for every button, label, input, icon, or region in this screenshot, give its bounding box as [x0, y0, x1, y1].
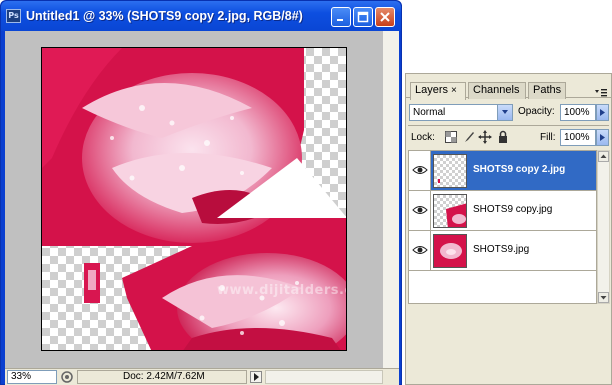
layer-thumbnail [433, 154, 467, 188]
scroll-down-button[interactable] [598, 292, 609, 303]
maximize-button[interactable] [353, 7, 373, 27]
layer-list: SHOTS9 copy 2.jpg SHOTS9 copy.jpg SHOTS9… [408, 150, 597, 304]
play-arrow-icon [600, 134, 605, 141]
play-arrow-icon [600, 109, 605, 116]
scroll-up-button[interactable] [598, 151, 609, 162]
tab-close-icon[interactable]: × [451, 85, 457, 96]
document-size-info: Doc: 2.42M/7.62M [77, 370, 247, 384]
eye-icon [412, 246, 428, 254]
fill-label: Fill: [540, 132, 556, 143]
maximize-icon [357, 11, 369, 23]
status-info-icon[interactable] [60, 370, 74, 384]
eye-icon [412, 166, 428, 174]
document-titlebar[interactable]: Ps Untitled1 @ 33% (SHOTS9 copy 2.jpg, R… [1, 1, 401, 31]
tab-channels[interactable]: Channels [468, 82, 526, 99]
minimize-icon [337, 19, 343, 21]
layer-thumbnail [433, 194, 467, 228]
eye-icon [412, 206, 428, 214]
lock-all-icon[interactable] [496, 130, 510, 144]
layer-row[interactable]: SHOTS9 copy.jpg [409, 191, 596, 231]
document-window: Ps Untitled1 @ 33% (SHOTS9 copy 2.jpg, R… [0, 0, 402, 385]
opacity-label: Opacity: [518, 106, 555, 117]
chevron-up-icon [600, 154, 607, 158]
rose-composition [42, 48, 346, 350]
divider [408, 125, 609, 126]
document-statusbar: 33% Doc: 2.42M/7.62M [5, 368, 399, 385]
zoom-field[interactable]: 33% [7, 370, 57, 384]
lock-move-icon[interactable] [478, 130, 492, 144]
layer-thumbnail [433, 234, 467, 268]
document-vertical-scrollbar[interactable] [383, 31, 399, 368]
layer-name: SHOTS9.jpg [473, 244, 530, 255]
close-button[interactable] [375, 7, 395, 27]
fill-slider-button[interactable] [596, 129, 609, 146]
fill-input[interactable]: 100% [560, 129, 596, 146]
panel-tabs: Layers × Channels Paths [406, 80, 611, 100]
layer-visibility-toggle[interactable] [409, 191, 431, 230]
canvas-area[interactable]: www.dijitalders.com [5, 31, 399, 368]
watermark-text: www.dijitalders.com [217, 283, 346, 298]
lock-label: Lock: [411, 132, 435, 143]
lock-transparency-icon[interactable] [444, 130, 458, 144]
photoshop-icon: Ps [6, 9, 21, 23]
tab-layers[interactable]: Layers × [410, 82, 466, 100]
opacity-input[interactable]: 100% [560, 104, 596, 121]
layer-row[interactable]: SHOTS9 copy 2.jpg [409, 151, 596, 191]
layer-row[interactable]: SHOTS9.jpg [409, 231, 596, 271]
layers-scrollbar[interactable] [597, 150, 610, 304]
close-icon [380, 12, 390, 22]
panel-menu-icon[interactable] [594, 88, 608, 98]
blend-mode-value: Normal [413, 107, 446, 118]
minimize-button[interactable] [331, 7, 351, 27]
image-canvas[interactable]: www.dijitalders.com [41, 47, 347, 351]
layer-name: SHOTS9 copy.jpg [473, 204, 553, 215]
layer-visibility-toggle[interactable] [409, 151, 431, 190]
tab-paths[interactable]: Paths [528, 82, 566, 99]
layer-visibility-toggle[interactable] [409, 231, 431, 270]
layers-panel: Layers × Channels Paths Normal Opacity: 1… [405, 73, 612, 385]
play-arrow-icon [254, 373, 259, 381]
lock-brush-icon[interactable] [462, 130, 476, 144]
chevron-down-icon [600, 296, 607, 300]
opacity-slider-button[interactable] [596, 104, 609, 121]
layer-name: SHOTS9 copy 2.jpg [473, 164, 566, 175]
chevron-down-icon[interactable] [497, 105, 512, 120]
document-horizontal-scrollbar[interactable] [265, 370, 383, 384]
blend-mode-select[interactable]: Normal [409, 104, 513, 121]
tab-layers-label: Layers [415, 84, 449, 96]
document-title: Untitled1 @ 33% (SHOTS9 copy 2.jpg, RGB/… [26, 9, 303, 23]
status-menu-button[interactable] [250, 371, 262, 383]
